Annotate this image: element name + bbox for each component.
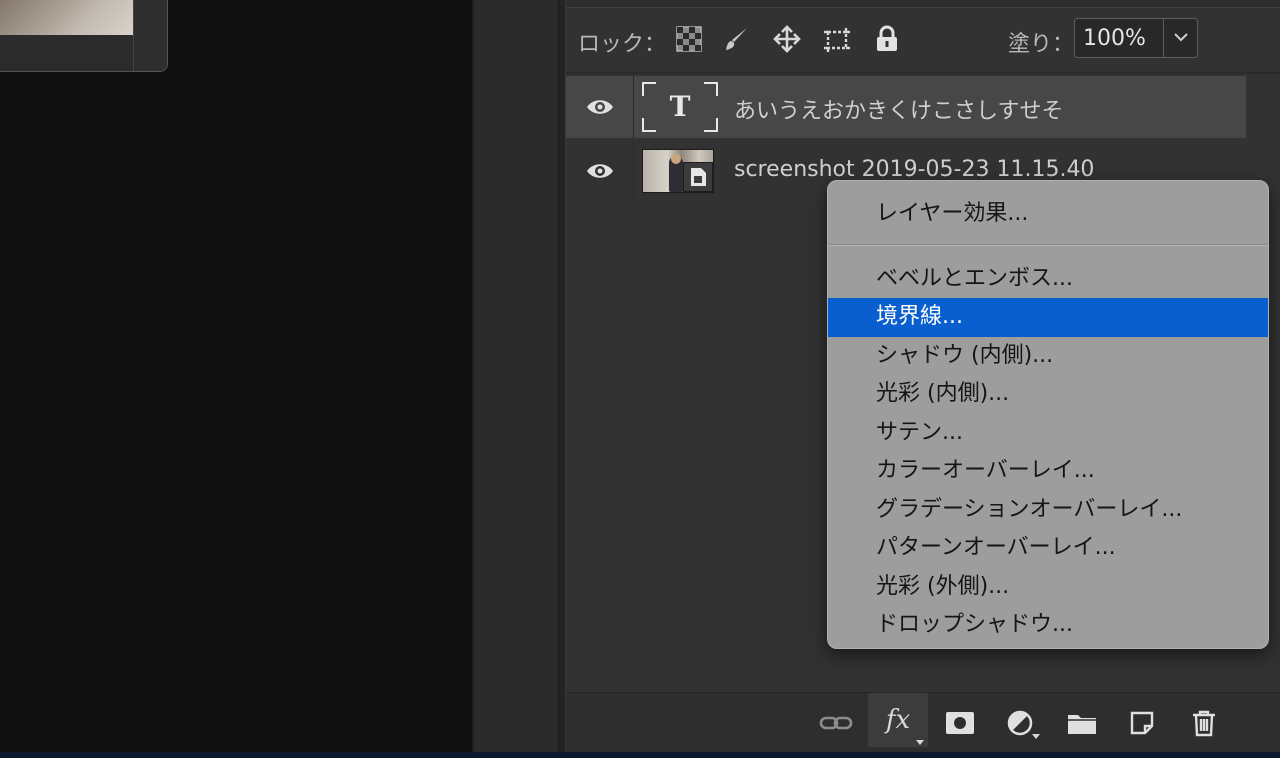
padlock-icon[interactable] [872,24,902,54]
layer-name[interactable]: screenshot 2019-05-23 11.15.40 [734,157,1094,182]
delete-layer-icon[interactable] [1184,703,1224,743]
link-layers-icon[interactable] [816,703,856,743]
smart-object-badge-icon [683,162,713,192]
chevron-down-icon[interactable] [1171,27,1191,47]
visibility-toggle[interactable] [566,76,634,138]
panel-resize-handle[interactable] [558,0,566,752]
lock-row: ロック： 塗り： 100% [566,14,1280,64]
canvas-area[interactable] [0,0,472,752]
panel-gutter [472,0,560,752]
smart-object-thumbnail[interactable] [642,149,714,193]
new-group-icon[interactable] [1062,703,1102,743]
menu-item-inner-shadow[interactable]: シャドウ (内側)... [828,337,1268,376]
document-window[interactable] [0,0,168,72]
fill-opacity-field[interactable]: 100% [1074,18,1198,58]
visibility-toggle[interactable] [566,140,634,202]
menu-item-layer-effects[interactable]: レイヤー効果... [828,195,1268,234]
document-image [0,0,133,35]
fx-icon[interactable]: fx [868,693,928,747]
menu-item-stroke[interactable]: 境界線... [828,298,1268,337]
brush-lock-icon[interactable] [722,24,752,54]
menu-item-gradient-overlay[interactable]: グラデーションオーバーレイ... [828,491,1268,530]
layer-effects-menu: レイヤー効果... ベベルとエンボス... 境界線... シャドウ (内側)..… [827,180,1269,649]
menu-item-pattern-overlay[interactable]: パターンオーバーレイ... [828,529,1268,568]
layers-bottom-toolbar: fx [566,692,1280,752]
menu-item-outer-glow[interactable]: 光彩 (外側)... [828,568,1268,607]
menu-item-bevel-emboss[interactable]: ベベルとエンボス... [828,260,1268,299]
menu-separator [828,243,1268,246]
transparency-lock-icon[interactable] [674,24,704,54]
eye-icon[interactable] [585,97,615,117]
eye-icon[interactable] [585,161,615,181]
menu-item-color-overlay[interactable]: カラーオーバーレイ... [828,452,1268,491]
adjustment-layer-icon[interactable] [1000,703,1040,743]
new-layer-icon[interactable] [1122,703,1162,743]
text-tool-icon: T [669,90,691,123]
lock-label: ロック： [578,32,667,57]
dock-strip [0,752,1280,758]
fill-label: 塗り： [1008,32,1075,57]
fill-divider [1163,19,1164,57]
panel-separator [566,72,1280,74]
add-mask-icon[interactable] [940,703,980,743]
artboard-lock-icon[interactable] [822,24,852,54]
layer-row-text[interactable]: T あいうえおかきくけこさしすせそ [566,76,1246,138]
text-layer-thumbnail[interactable]: T [642,82,718,132]
layer-name[interactable]: あいうえおかきくけこさしすせそ [734,93,1064,125]
panel-top-edge [566,0,1280,8]
menu-item-drop-shadow[interactable]: ドロップシャドウ... [828,606,1268,645]
move-lock-icon[interactable] [772,24,802,54]
menu-item-inner-glow[interactable]: 光彩 (内側)... [828,375,1268,414]
fill-opacity-value[interactable]: 100% [1083,26,1146,51]
menu-item-satin[interactable]: サテン... [828,414,1268,453]
vertical-scrollbar[interactable] [133,0,167,71]
